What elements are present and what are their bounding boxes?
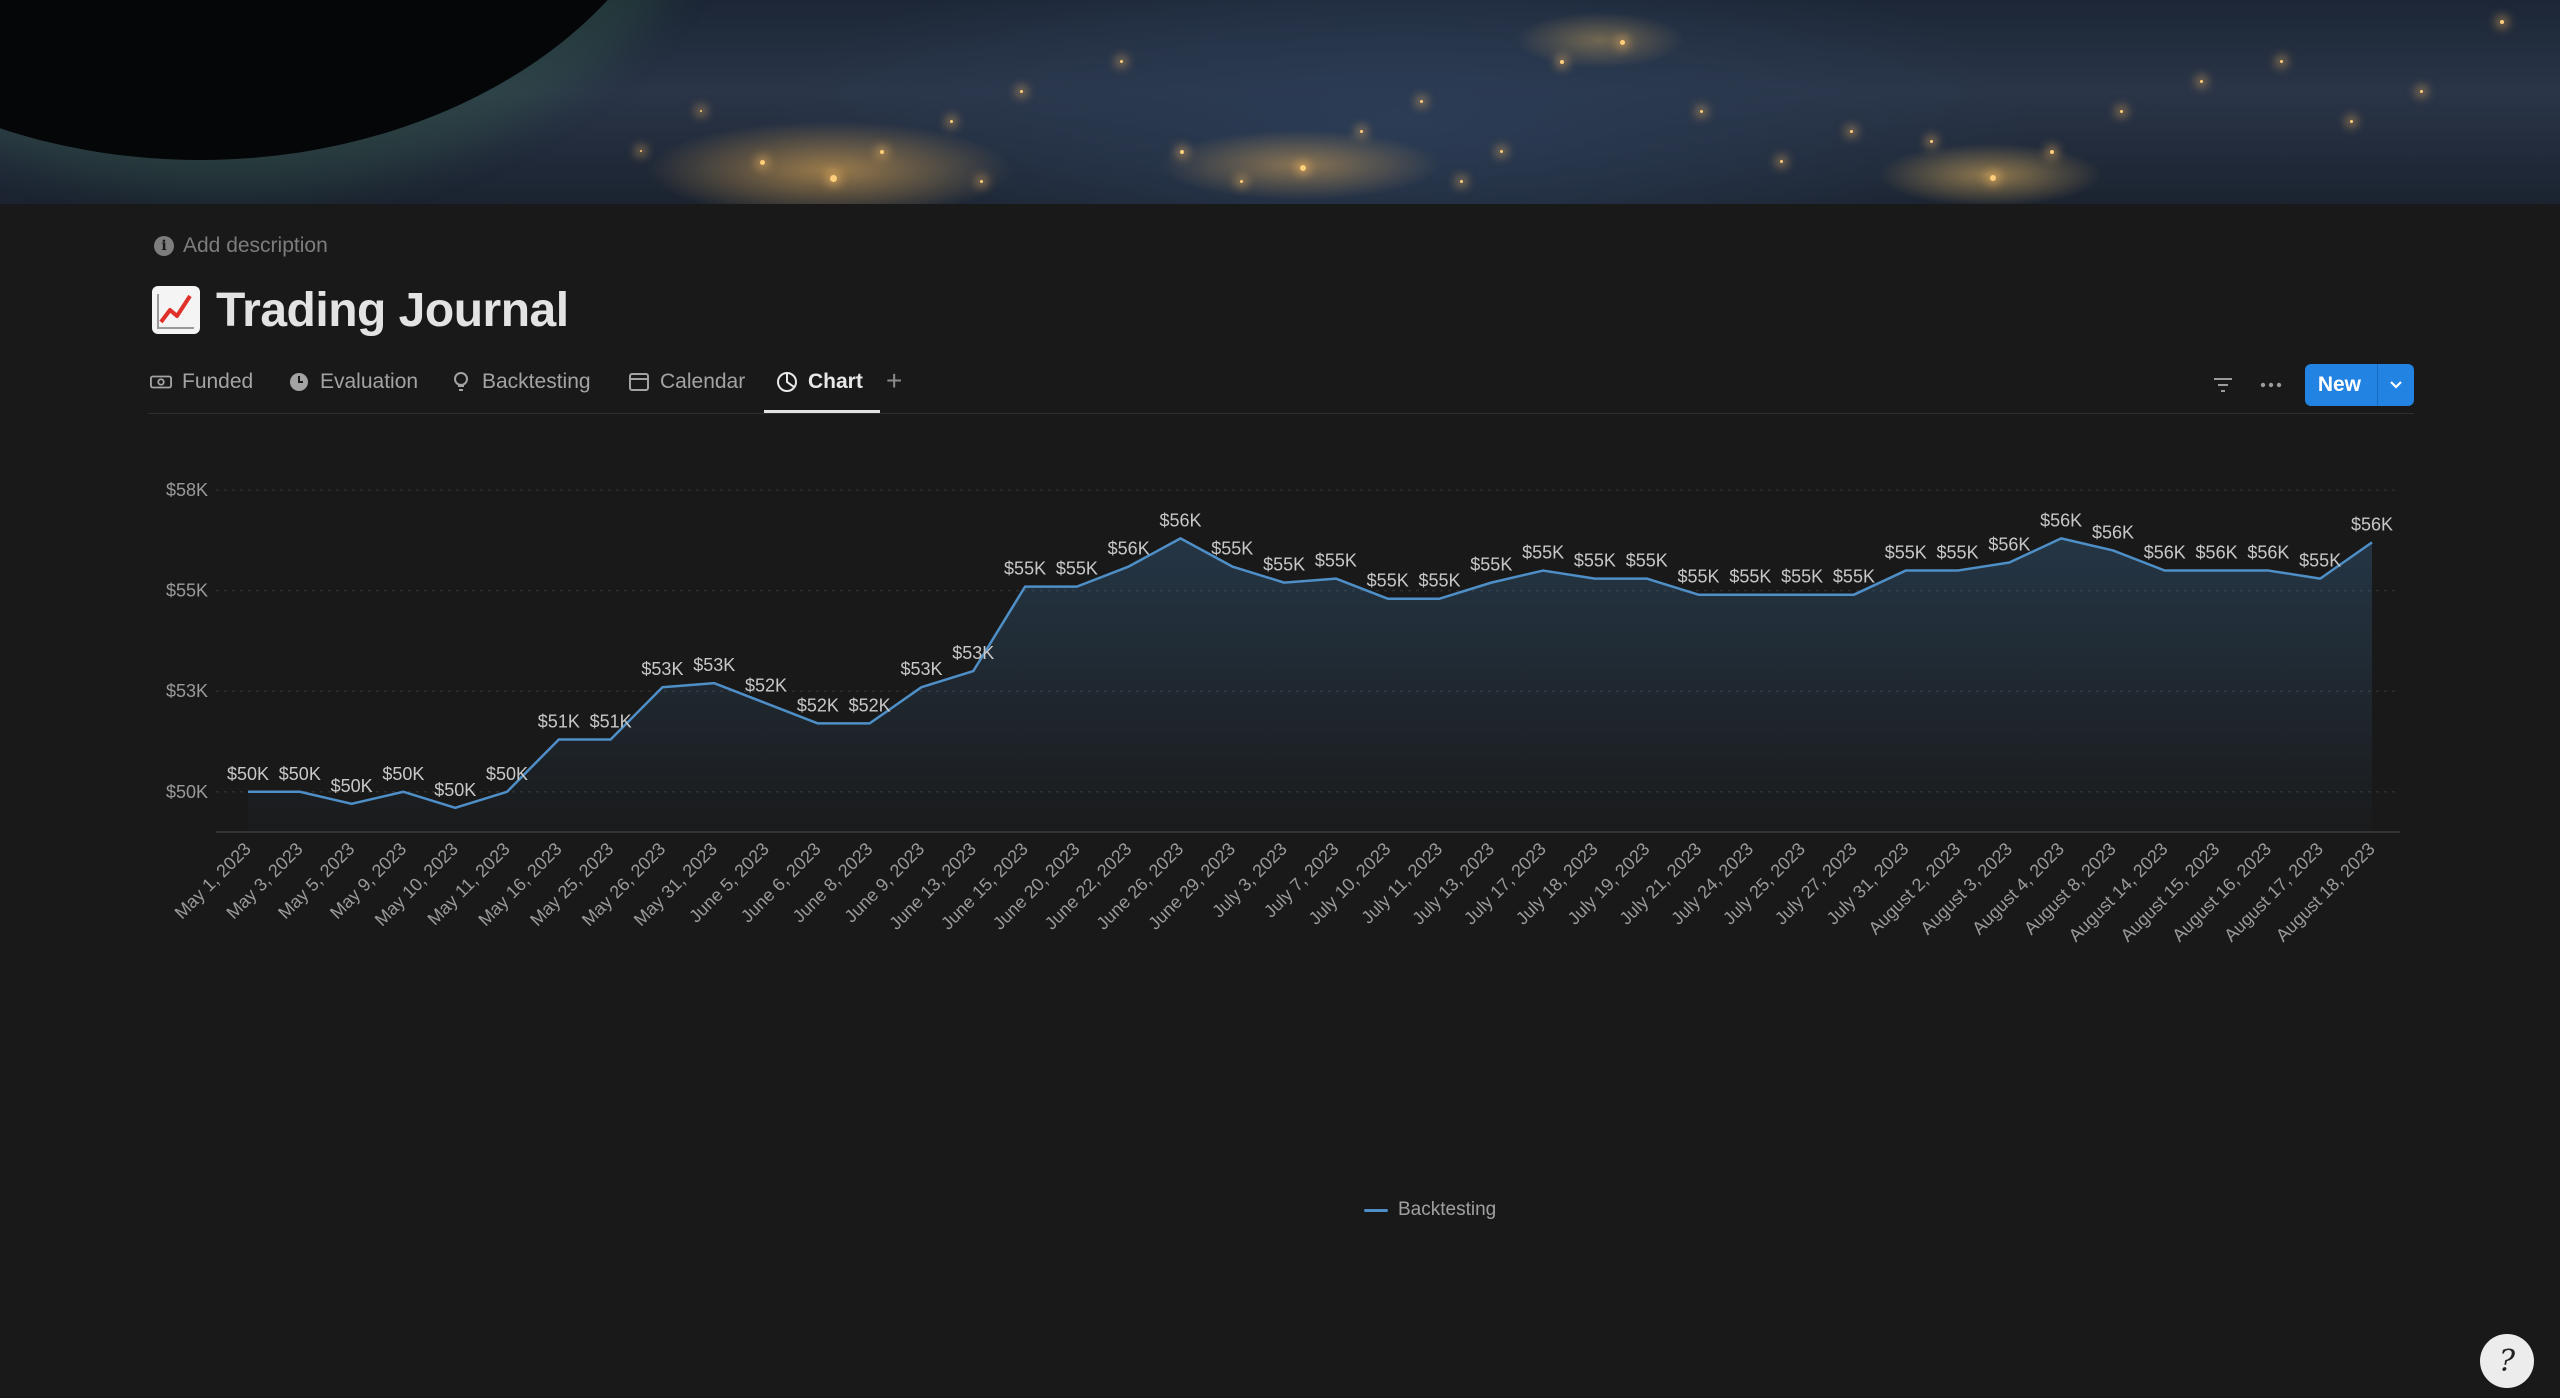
x-tick-label: August 2, 2023: [1865, 839, 1965, 939]
data-label: $51K: [538, 711, 580, 731]
data-label: $56K: [1159, 510, 1201, 530]
data-label: $55K: [1470, 555, 1512, 575]
help-button[interactable]: ?: [2480, 1334, 2534, 1388]
data-label: $55K: [1678, 567, 1720, 587]
data-label: $50K: [486, 764, 528, 784]
data-label: $55K: [1885, 543, 1927, 563]
data-label: $55K: [2299, 551, 2341, 571]
data-label: $55K: [1263, 555, 1305, 575]
data-label: $50K: [382, 764, 424, 784]
data-label: $52K: [745, 675, 787, 695]
line-chart: $50K $53K $55K $58K $50K $50K $50K $50K $50K $50K…: [166, 480, 2400, 946]
x-tick-label: August 18, 2023: [2272, 839, 2379, 946]
data-label: $55K: [1522, 543, 1564, 563]
series-area: [248, 538, 2372, 832]
data-label: $55K: [1833, 567, 1875, 587]
data-label: $52K: [849, 695, 891, 715]
data-label: $55K: [1004, 559, 1046, 579]
data-label: $53K: [952, 643, 994, 663]
y-tick-label: $53K: [166, 681, 208, 701]
data-label: $55K: [1937, 543, 1979, 563]
data-label: $55K: [1211, 539, 1253, 559]
y-tick-label: $55K: [166, 581, 208, 601]
y-tick-label: $58K: [166, 480, 208, 500]
data-label: $55K: [1626, 551, 1668, 571]
data-label: $50K: [434, 780, 476, 800]
data-label: $56K: [2144, 543, 2186, 563]
data-label: $52K: [797, 695, 839, 715]
data-label: $56K: [1108, 539, 1150, 559]
data-label: $55K: [1056, 559, 1098, 579]
data-label: $56K: [1988, 535, 2030, 555]
data-label: $50K: [279, 764, 321, 784]
x-tick-label: August 8, 2023: [2020, 839, 2120, 939]
data-label: $56K: [2351, 514, 2393, 534]
data-label: $51K: [590, 711, 632, 731]
y-tick-label: $50K: [166, 782, 208, 802]
data-label: $56K: [2040, 510, 2082, 530]
data-label: $53K: [693, 655, 735, 675]
x-tick-label: August 4, 2023: [1968, 839, 2068, 939]
data-label: $55K: [1418, 571, 1460, 591]
data-label: $56K: [2092, 522, 2134, 542]
data-label: $55K: [1729, 567, 1771, 587]
data-label: $50K: [227, 764, 269, 784]
data-label: $55K: [1315, 551, 1357, 571]
data-label: $53K: [641, 659, 683, 679]
data-label: $50K: [331, 776, 373, 796]
data-label: $55K: [1574, 551, 1616, 571]
data-label: $55K: [1367, 571, 1409, 591]
data-label: $53K: [900, 659, 942, 679]
data-label: $56K: [2196, 543, 2238, 563]
x-tick-label: August 3, 2023: [1916, 839, 2016, 939]
data-label: $55K: [1781, 567, 1823, 587]
data-label: $56K: [2247, 543, 2289, 563]
